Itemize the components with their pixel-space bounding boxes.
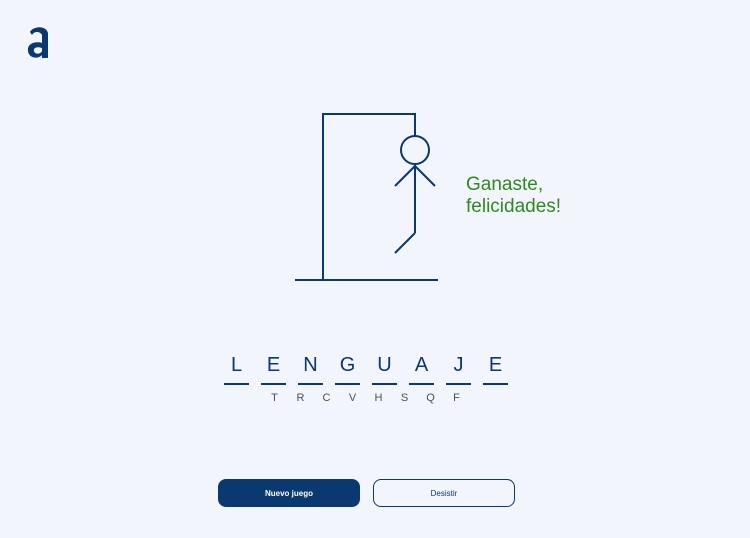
- word-slots: L E N G U A J E: [224, 353, 508, 385]
- wrong-letter: Q: [426, 392, 435, 404]
- word-letter: L: [224, 353, 249, 385]
- wrong-letters: T R C V H S Q F: [268, 392, 463, 404]
- word-letter: E: [261, 353, 286, 385]
- wrong-letter: S: [400, 392, 409, 404]
- wrong-letter: C: [322, 392, 331, 404]
- wrong-letter: R: [296, 392, 305, 404]
- wrong-letter: V: [348, 392, 357, 404]
- game-result-message: Ganaste, felicidades!: [466, 174, 562, 217]
- word-letter: J: [446, 353, 471, 385]
- wrong-letter: H: [374, 392, 383, 404]
- hangman-left-arm: [394, 165, 416, 187]
- new-game-button[interactable]: Nuevo juego: [218, 479, 360, 507]
- wrong-letter: F: [453, 392, 460, 404]
- wrong-letter: T: [271, 392, 278, 404]
- word-letter: N: [298, 353, 323, 385]
- word-letter: A: [409, 353, 434, 385]
- hangman-drawing: [295, 113, 438, 281]
- give-up-button[interactable]: Desistir: [373, 479, 515, 507]
- alura-logo-icon[interactable]: [24, 22, 54, 62]
- hangman-head: [400, 135, 430, 165]
- word-letter: G: [335, 353, 360, 385]
- word-letter: E: [483, 353, 508, 385]
- hangman-left-leg: [394, 232, 416, 254]
- word-letter: U: [372, 353, 397, 385]
- hangman-right-arm: [414, 165, 436, 187]
